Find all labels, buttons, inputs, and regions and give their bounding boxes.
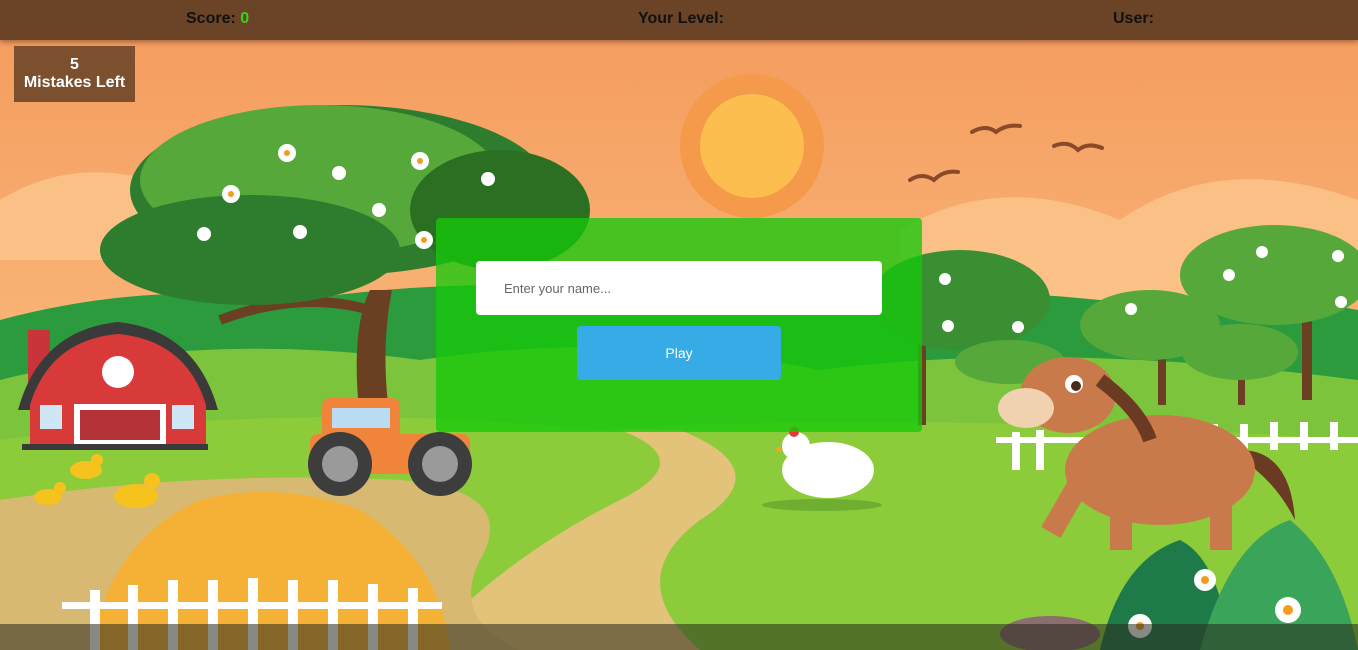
score-display: Score: 0	[186, 10, 249, 28]
mistakes-label: Mistakes Left	[23, 74, 126, 91]
level-display: Your Level:	[638, 10, 724, 28]
play-button[interactable]: Play	[577, 326, 781, 380]
hud-bar: Score: 0 Your Level: User:	[0, 0, 1358, 40]
level-label: Your Level:	[638, 10, 724, 27]
sun-icon	[680, 74, 824, 218]
bottom-bar	[0, 624, 1358, 650]
user-label: User:	[1113, 10, 1154, 27]
score-label: Score:	[186, 10, 236, 27]
mistakes-count: 5	[70, 56, 79, 73]
user-display: User:	[1113, 10, 1154, 28]
name-input[interactable]	[476, 261, 882, 315]
score-value: 0	[240, 10, 250, 27]
login-panel: Play	[436, 218, 922, 432]
mistakes-left-badge: 5 Mistakes Left	[14, 46, 135, 102]
